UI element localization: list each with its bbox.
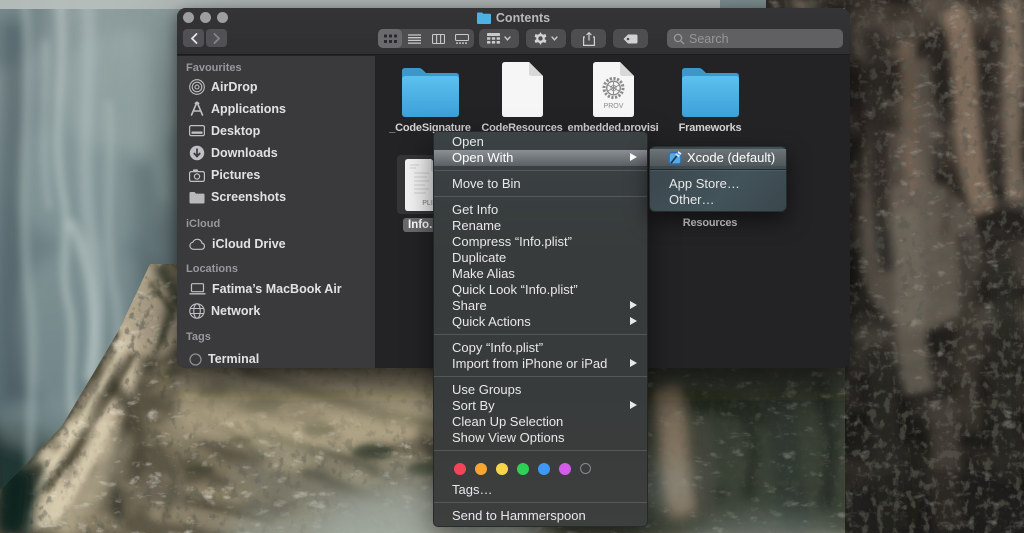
svg-text:PROV: PROV [604, 103, 624, 110]
